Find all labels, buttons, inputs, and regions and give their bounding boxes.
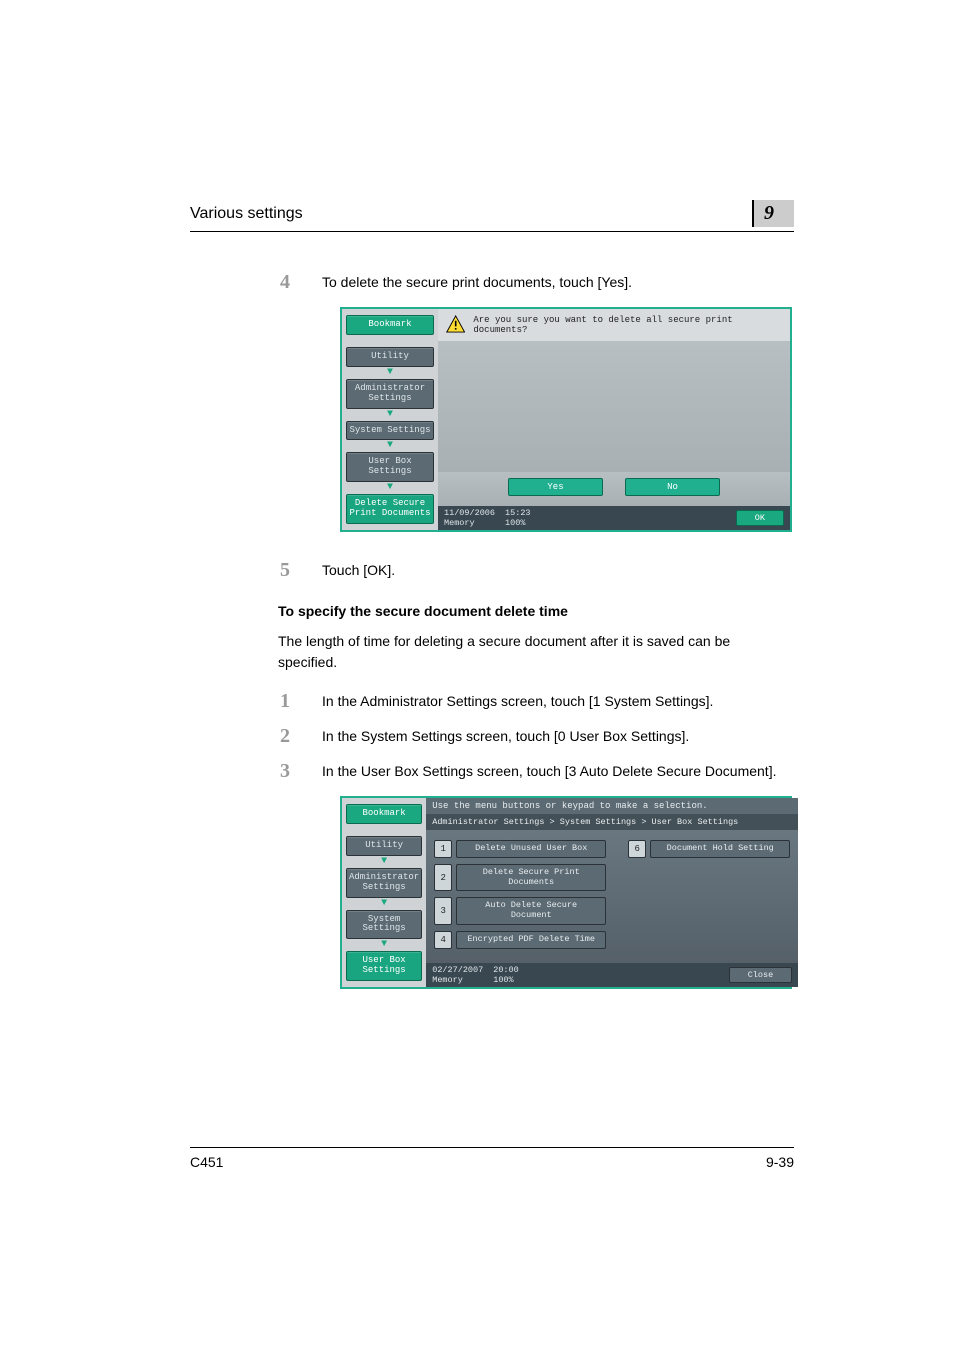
utility-button[interactable]: Utility bbox=[346, 836, 422, 856]
step-1: 1 In the Administrator Settings screen, … bbox=[280, 691, 780, 712]
footer-time: 15:23 bbox=[505, 508, 531, 518]
bookmark-button[interactable]: Bookmark bbox=[346, 315, 434, 335]
auto-delete-secure-document-button[interactable]: Auto Delete Secure Document bbox=[456, 897, 606, 925]
menu-number[interactable]: 2 bbox=[434, 864, 452, 892]
footer-memory-label: Memory bbox=[432, 975, 483, 985]
step-4: 4 To delete the secure print documents, … bbox=[280, 272, 780, 293]
page-header: Various settings 9 bbox=[190, 200, 794, 232]
menu-number[interactable]: 4 bbox=[434, 931, 452, 949]
step-2: 2 In the System Settings screen, touch [… bbox=[280, 726, 780, 747]
arrow-down-icon: ▼ bbox=[346, 899, 422, 909]
arrow-down-icon: ▼ bbox=[346, 483, 434, 493]
delete-secure-print-button[interactable]: Delete Secure Print Documents bbox=[346, 494, 434, 524]
system-settings-button[interactable]: System Settings bbox=[346, 910, 422, 940]
user-box-settings-button[interactable]: User Box Settings bbox=[346, 452, 434, 482]
menu-item-4: 4 Encrypted PDF Delete Time bbox=[434, 931, 790, 949]
step-number: 2 bbox=[280, 726, 298, 747]
step-text: Touch [OK]. bbox=[322, 560, 780, 581]
step-number: 1 bbox=[280, 691, 298, 712]
step-text: To delete the secure print documents, to… bbox=[322, 272, 780, 293]
delete-secure-print-documents-button[interactable]: Delete Secure Print Documents bbox=[456, 864, 606, 892]
section-body: The length of time for deleting a secure… bbox=[278, 631, 768, 673]
section-heading: To specify the secure document delete ti… bbox=[278, 603, 794, 619]
step-number: 4 bbox=[280, 272, 298, 293]
touchscreen-panel-menu: Bookmark Utility ▼ Administrator Setting… bbox=[340, 796, 792, 989]
footer-memory-value: 100% bbox=[505, 518, 531, 528]
chapter-number: 9 bbox=[752, 200, 794, 227]
no-button[interactable]: No bbox=[625, 478, 720, 496]
footer-memory-value: 100% bbox=[493, 975, 519, 985]
menu-item-3: 3 Auto Delete Secure Document bbox=[434, 897, 790, 925]
footer-date: 02/27/2007 bbox=[432, 965, 483, 975]
system-settings-button[interactable]: System Settings bbox=[346, 421, 434, 441]
arrow-down-icon: ▼ bbox=[346, 410, 434, 420]
user-box-settings-button[interactable]: User Box Settings bbox=[346, 951, 422, 981]
admin-settings-button[interactable]: Administrator Settings bbox=[346, 379, 434, 409]
warning-text: Are you sure you want to delete all secu… bbox=[473, 315, 782, 335]
header-title: Various settings bbox=[190, 205, 303, 223]
panel2-sidebar: Bookmark Utility ▼ Administrator Setting… bbox=[342, 798, 426, 987]
utility-button[interactable]: Utility bbox=[346, 347, 434, 367]
footer-memory-label: Memory bbox=[444, 518, 495, 528]
close-button[interactable]: Close bbox=[729, 967, 793, 983]
menu-area: 1 Delete Unused User Box 6 Document Hold… bbox=[426, 830, 798, 963]
step-number: 5 bbox=[280, 560, 298, 581]
menu-number[interactable]: 6 bbox=[628, 840, 646, 858]
panel1-midspace bbox=[438, 341, 790, 472]
page-number: 9-39 bbox=[766, 1154, 794, 1170]
page-footer: C451 9-39 bbox=[190, 1147, 794, 1170]
menu-item-2: 2 Delete Secure Print Documents bbox=[434, 864, 790, 892]
instruction-bar: Use the menu buttons or keypad to make a… bbox=[426, 798, 798, 814]
step-text: In the System Settings screen, touch [0 … bbox=[322, 726, 780, 747]
step-number: 3 bbox=[280, 761, 298, 782]
menu-number[interactable]: 3 bbox=[434, 897, 452, 925]
arrow-down-icon: ▼ bbox=[346, 441, 434, 451]
step-text: In the User Box Settings screen, touch [… bbox=[322, 761, 780, 782]
panel2-content: Use the menu buttons or keypad to make a… bbox=[426, 798, 798, 987]
encrypted-pdf-delete-time-button[interactable]: Encrypted PDF Delete Time bbox=[456, 931, 606, 949]
menu-item-1: 1 Delete Unused User Box bbox=[434, 840, 606, 858]
warning-icon bbox=[446, 315, 465, 333]
menu-item-6: 6 Document Hold Setting bbox=[628, 840, 790, 858]
ok-button[interactable]: OK bbox=[736, 510, 784, 526]
menu-number[interactable]: 1 bbox=[434, 840, 452, 858]
panel1-footer: 11/09/2006 Memory 15:23 100% OK bbox=[438, 506, 790, 530]
yes-button[interactable]: Yes bbox=[508, 478, 603, 496]
footer-time: 20:00 bbox=[493, 965, 519, 975]
model-label: C451 bbox=[190, 1154, 223, 1170]
step-text: In the Administrator Settings screen, to… bbox=[322, 691, 780, 712]
document-hold-setting-button[interactable]: Document Hold Setting bbox=[650, 840, 790, 858]
panel1-content: Are you sure you want to delete all secu… bbox=[438, 309, 790, 530]
warning-row: Are you sure you want to delete all secu… bbox=[438, 309, 790, 341]
panel2-footer: 02/27/2007 Memory 20:00 100% Close bbox=[426, 963, 798, 987]
touchscreen-panel-confirm: Bookmark Utility ▼ Administrator Setting… bbox=[340, 307, 792, 532]
bookmark-button[interactable]: Bookmark bbox=[346, 804, 422, 824]
footer-date: 11/09/2006 bbox=[444, 508, 495, 518]
admin-settings-button[interactable]: Administrator Settings bbox=[346, 868, 422, 898]
breadcrumb: Administrator Settings > System Settings… bbox=[426, 814, 798, 830]
arrow-down-icon: ▼ bbox=[346, 368, 434, 378]
panel1-sidebar: Bookmark Utility ▼ Administrator Setting… bbox=[342, 309, 438, 530]
step-3: 3 In the User Box Settings screen, touch… bbox=[280, 761, 780, 782]
step-5: 5 Touch [OK]. bbox=[280, 560, 780, 581]
arrow-down-icon: ▼ bbox=[346, 857, 422, 867]
arrow-down-icon: ▼ bbox=[346, 940, 422, 950]
yes-no-row: Yes No bbox=[438, 472, 790, 506]
delete-unused-user-box-button[interactable]: Delete Unused User Box bbox=[456, 840, 606, 858]
